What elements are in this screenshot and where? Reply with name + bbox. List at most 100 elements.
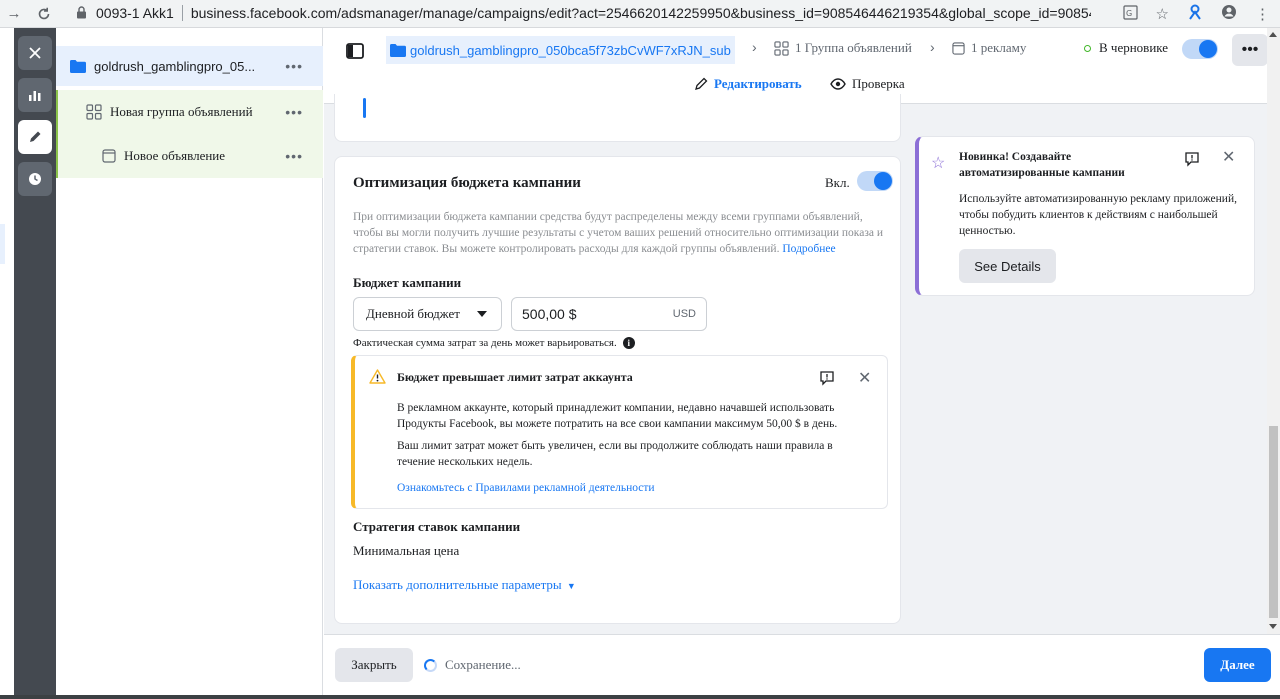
chart-icon[interactable]: [18, 78, 52, 112]
lock-icon: [76, 6, 90, 20]
saving-status-label: Сохранение...: [445, 657, 521, 672]
breadcrumb-ad-label: 1 рекламу: [971, 40, 1027, 55]
edit-pencil-icon[interactable]: [18, 120, 52, 154]
warning-close-icon[interactable]: ✕: [858, 368, 871, 388]
loading-spinner-icon: [424, 658, 437, 672]
warning-triangle-icon: [369, 369, 386, 384]
history-clock-icon[interactable]: [18, 162, 52, 196]
editor-scrollbar[interactable]: [1267, 28, 1280, 634]
caret-down-icon: ▼: [566, 581, 576, 591]
breadcrumb-campaign-label: goldrush_gamblingpro_050bca5f73zbCvWF7xR…: [410, 42, 731, 58]
tab-edit[interactable]: Редактировать: [694, 76, 802, 92]
feedback-icon[interactable]: [819, 370, 835, 386]
address-bar[interactable]: 0093-1 Akk1 business.facebook.com/adsman…: [66, 1, 1166, 25]
warning-paragraph-1: В рекламном аккаунте, который принадлежи…: [397, 402, 838, 430]
ad-frame-icon: [102, 149, 116, 163]
svg-text:G: G: [1126, 9, 1132, 18]
tab-edit-label: Редактировать: [714, 76, 802, 91]
more-options-button[interactable]: •••: [1232, 34, 1267, 66]
ad-frame-icon: [952, 41, 965, 55]
left-edge: [0, 28, 14, 699]
budget-optimization-card: Оптимизация бюджета кампании Вкл. При оп…: [334, 156, 901, 624]
extension-icon[interactable]: [1187, 4, 1203, 24]
budget-toggle-label: Вкл.: [825, 175, 850, 190]
info-icon[interactable]: i: [622, 337, 635, 349]
tip-close-icon[interactable]: ✕: [1222, 147, 1235, 167]
campaign-more-icon[interactable]: •••: [285, 58, 303, 74]
reload-icon[interactable]: [30, 0, 58, 28]
editor-main: goldrush_gamblingpro_050bca5f73zbCvWF7xR…: [324, 28, 1267, 634]
tab-review[interactable]: Проверка: [830, 76, 905, 92]
tree-item-ad[interactable]: Новое объявление •••: [56, 134, 323, 178]
bookmark-star-icon[interactable]: ☆: [1156, 5, 1169, 23]
bid-strategy-value: Минимальная цена: [353, 543, 460, 558]
adset-more-icon[interactable]: •••: [285, 104, 303, 120]
bid-strategy-label: Стратегия ставок кампании: [353, 519, 521, 534]
tab-label: 0093-1 Akk1: [96, 5, 174, 21]
browser-menu-icon[interactable]: ⋮: [1255, 5, 1270, 23]
chevron-right-icon: ›: [930, 39, 935, 55]
show-more-params-link[interactable]: Показать дополнительные параметры ▼: [353, 577, 576, 593]
automated-campaigns-tip: ☆ Новинка! Создавайте автоматизированные…: [915, 136, 1255, 296]
show-more-params-label: Показать дополнительные параметры: [353, 577, 562, 592]
profile-icon[interactable]: [1221, 4, 1237, 24]
budget-card-title: Оптимизация бюджета кампании: [353, 175, 581, 191]
star-icon: ☆: [931, 155, 946, 172]
tree-campaign-label: goldrush_gamblingpro_05...: [94, 58, 256, 74]
variance-note-text: Фактическая сумма затрат за день может в…: [353, 337, 617, 349]
tip-title: Новинка! Создавайте автоматизированные к…: [959, 151, 1125, 179]
breadcrumb-ad[interactable]: 1 рекламу: [952, 40, 1026, 56]
tree-item-adset[interactable]: Новая группа объявлений •••: [56, 90, 323, 134]
budget-type-value: Дневной бюджет: [366, 306, 460, 321]
grid-icon: [774, 40, 789, 56]
budget-amount-value: 500,00 $: [522, 306, 577, 322]
campaign-toggle[interactable]: [1182, 39, 1218, 59]
ads-manager-rail: [14, 28, 56, 695]
scroll-thumb[interactable]: [1269, 426, 1278, 618]
scroll-down-icon[interactable]: [1269, 624, 1277, 629]
section-accent: [363, 98, 366, 118]
previous-section-card: [334, 94, 901, 142]
edge-marker: [0, 224, 5, 264]
scroll-up-icon[interactable]: [1269, 32, 1277, 37]
folder-icon: [70, 59, 86, 73]
ad-policy-link[interactable]: Ознакомьтесь с Правилами рекламной деяте…: [397, 482, 655, 494]
caret-down-icon: [477, 311, 487, 317]
status-dot-icon: [1084, 44, 1091, 52]
tab-review-label: Проверка: [852, 76, 905, 91]
ad-more-icon[interactable]: •••: [285, 148, 303, 164]
editor-footer: Закрыть Сохранение... Далее: [324, 634, 1280, 695]
feedback-icon[interactable]: [1184, 151, 1200, 167]
spend-limit-warning: Бюджет превышает лимит затрат аккаунта ✕…: [351, 355, 888, 509]
close-button[interactable]: Закрыть: [335, 648, 413, 682]
chevron-right-icon: ›: [752, 39, 757, 55]
budget-description: При оптимизации бюджета кампании средств…: [353, 209, 883, 257]
tree-adset-label: Новая группа объявлений: [110, 104, 253, 119]
see-details-button[interactable]: See Details: [959, 249, 1056, 283]
translate-icon[interactable]: G: [1122, 4, 1138, 24]
campaign-budget-label: Бюджет кампании: [353, 275, 462, 290]
next-button[interactable]: Далее: [1204, 648, 1271, 682]
tip-text: Используйте автоматизированную рекламу п…: [959, 193, 1237, 237]
currency-label: USD: [672, 308, 696, 320]
grid-icon: [86, 104, 102, 120]
browser-actions: G ☆ ⋮: [1122, 0, 1270, 28]
panel-toggle-icon[interactable]: [344, 40, 366, 62]
breadcrumb-adset[interactable]: 1 Группа объявлений: [774, 40, 912, 56]
breadcrumb-campaign[interactable]: goldrush_gamblingpro_050bca5f73zbCvWF7xR…: [386, 36, 735, 64]
budget-optimization-toggle[interactable]: [857, 171, 893, 191]
tree-item-campaign[interactable]: goldrush_gamblingpro_05... •••: [56, 46, 323, 86]
browser-toolbar: → 0093-1 Akk1 business.facebook.com/adsm…: [0, 0, 1280, 28]
budget-variance-note: Фактическая сумма затрат за день может в…: [353, 337, 635, 349]
learn-more-link[interactable]: Подробнее: [782, 243, 835, 255]
address-divider: [181, 5, 183, 21]
draft-status-label: В черновике: [1099, 40, 1169, 55]
budget-type-select[interactable]: Дневной бюджет: [353, 297, 502, 331]
budget-amount-input[interactable]: 500,00 $ USD: [511, 297, 707, 331]
taskbar-edge: [0, 695, 1280, 699]
back-arrow-icon[interactable]: →: [0, 0, 28, 28]
saving-status: Сохранение...: [424, 657, 521, 673]
warning-title: Бюджет превышает лимит затрат аккаунта: [397, 370, 633, 384]
close-icon[interactable]: [18, 36, 52, 70]
editor-topbar: goldrush_gamblingpro_050bca5f73zbCvWF7xR…: [324, 28, 1267, 104]
